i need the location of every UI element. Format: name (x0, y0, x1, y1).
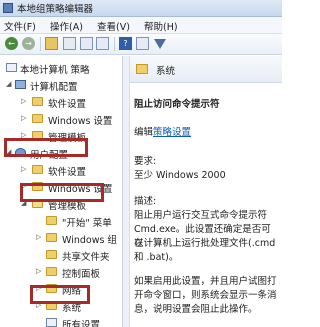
tree-item-label: 计算机配置 (30, 82, 78, 93)
toolbar-separator (40, 37, 41, 51)
tree-item-label: Windows 组 (62, 235, 117, 246)
expand-arrow-icon[interactable]: ▷ (21, 165, 26, 173)
tree-item-computer-software-settings[interactable]: ▷ 软件设置 (0, 94, 122, 110)
description-line: 在计算机上运行批处理文件(.cmd (134, 238, 276, 249)
tree-item-shared-folders[interactable]: 共享文件夹 (0, 247, 122, 263)
tree-item-computer-windows-settings[interactable]: ▷ Windows 设置 (0, 111, 122, 127)
export-list-icon[interactable] (96, 37, 109, 50)
highlight-system (30, 285, 90, 304)
tree-scrollbar[interactable] (123, 56, 130, 327)
title-bar: 本地组策略编辑器 (0, 0, 282, 17)
properties-icon[interactable] (80, 37, 93, 50)
requirement-value: 至少 Windows 2000 (134, 170, 226, 181)
up-folder-icon[interactable] (45, 37, 58, 50)
toolbar-separator (114, 37, 115, 51)
expand-arrow-icon[interactable]: ▷ (36, 267, 41, 275)
edit-policy-line: 编辑策略设置 (134, 126, 280, 140)
tree-item-windows-components[interactable]: ▷ Windows 组 (0, 230, 122, 246)
tree-item-start-menu[interactable]: "开始" 菜单 (0, 213, 122, 229)
enabled-description-line: 息，说明设置会阻止此操作。 (134, 304, 258, 315)
expand-arrow-icon[interactable]: ▷ (21, 97, 26, 105)
folder-icon (46, 216, 57, 225)
highlight-user-config (4, 138, 88, 157)
tree-item-all-settings[interactable]: 所有设置 (0, 315, 122, 327)
help-icon[interactable]: ? (119, 37, 132, 50)
menu-bar: 文件(F) 操作(A) 查看(V) 帮助(H) (0, 17, 282, 34)
highlight-admin-templates (20, 183, 104, 202)
tree-item-computer-config[interactable]: ◢ 计算机配置 (0, 77, 122, 93)
menu-help[interactable]: 帮助(H) (144, 19, 178, 33)
menu-action[interactable]: 操作(A) (50, 19, 83, 33)
details-header: 系统 (130, 56, 282, 83)
tree-item-label: "开始" 菜单 (62, 218, 112, 229)
description-line: 和 .bat)。 (134, 252, 179, 263)
filter-icon[interactable] (154, 39, 166, 49)
folder-icon (32, 165, 43, 174)
tree-item-label: 软件设置 (48, 167, 87, 178)
folder-icon (46, 233, 57, 242)
collapse-arrow-icon[interactable]: ◢ (6, 80, 11, 88)
description-line: 阻止用户运行交互式命令提示符 (134, 210, 268, 221)
folder-icon (136, 64, 148, 74)
show-hide-tree-icon[interactable] (63, 37, 76, 50)
tree-item-label: 软件设置 (48, 99, 87, 110)
view-icon[interactable] (136, 37, 149, 50)
edit-policy-link[interactable]: 策略设置 (153, 127, 191, 138)
expand-arrow-icon[interactable]: ▷ (36, 233, 41, 241)
expand-arrow-icon[interactable]: ▷ (21, 114, 26, 122)
policy-icon (6, 63, 17, 72)
all-settings-icon (46, 318, 57, 327)
forward-icon[interactable]: → (22, 37, 35, 50)
tree-item-label: 本地计算机 策略 (20, 65, 90, 76)
tree-item-label: 共享文件夹 (62, 252, 110, 263)
folder-icon (46, 267, 57, 276)
toolbar: ← → ? (0, 34, 282, 55)
enabled-description-line: 开命令窗口，则系统会显示一条消 (134, 290, 277, 301)
tree-item-label: Windows 设置 (48, 116, 113, 127)
menu-file[interactable]: 文件(F) (4, 19, 36, 33)
folder-icon (46, 250, 57, 259)
folder-icon (32, 114, 43, 123)
tree-item-label: 控制面板 (62, 269, 101, 280)
policy-title: 阻止访问命令提示符 (134, 99, 220, 110)
back-icon[interactable]: ← (5, 37, 18, 50)
policy-editor-app-icon (3, 3, 13, 13)
edit-prefix: 编辑 (134, 127, 154, 138)
tree-item-control-panel[interactable]: ▷ 控制面板 (0, 264, 122, 280)
window-title: 本地组策略编辑器 (17, 4, 94, 15)
tree-item-local-policy[interactable]: 本地计算机 策略 (0, 60, 122, 76)
details-header-title: 系统 (156, 66, 176, 77)
requirement-label: 要求: (134, 156, 157, 167)
menu-view[interactable]: 查看(V) (97, 19, 130, 33)
folder-icon (32, 97, 43, 106)
navigation-tree: 本地计算机 策略 ◢ 计算机配置 ▷ 软件设置 ▷ Windows 设置 ▷ 管… (0, 56, 123, 327)
tree-item-user-software-settings[interactable]: ▷ 软件设置 (0, 162, 122, 178)
tree-item-label: 所有设置 (62, 320, 101, 327)
details-pane: 系统 阻止访问命令提示符 编辑策略设置 要求: 至少 Windows 2000 … (130, 56, 282, 327)
enabled-description-line: 如果启用此设置，并且用户试图打 (134, 276, 277, 287)
description-label: 描述: (134, 196, 157, 207)
computer-icon (15, 80, 26, 89)
